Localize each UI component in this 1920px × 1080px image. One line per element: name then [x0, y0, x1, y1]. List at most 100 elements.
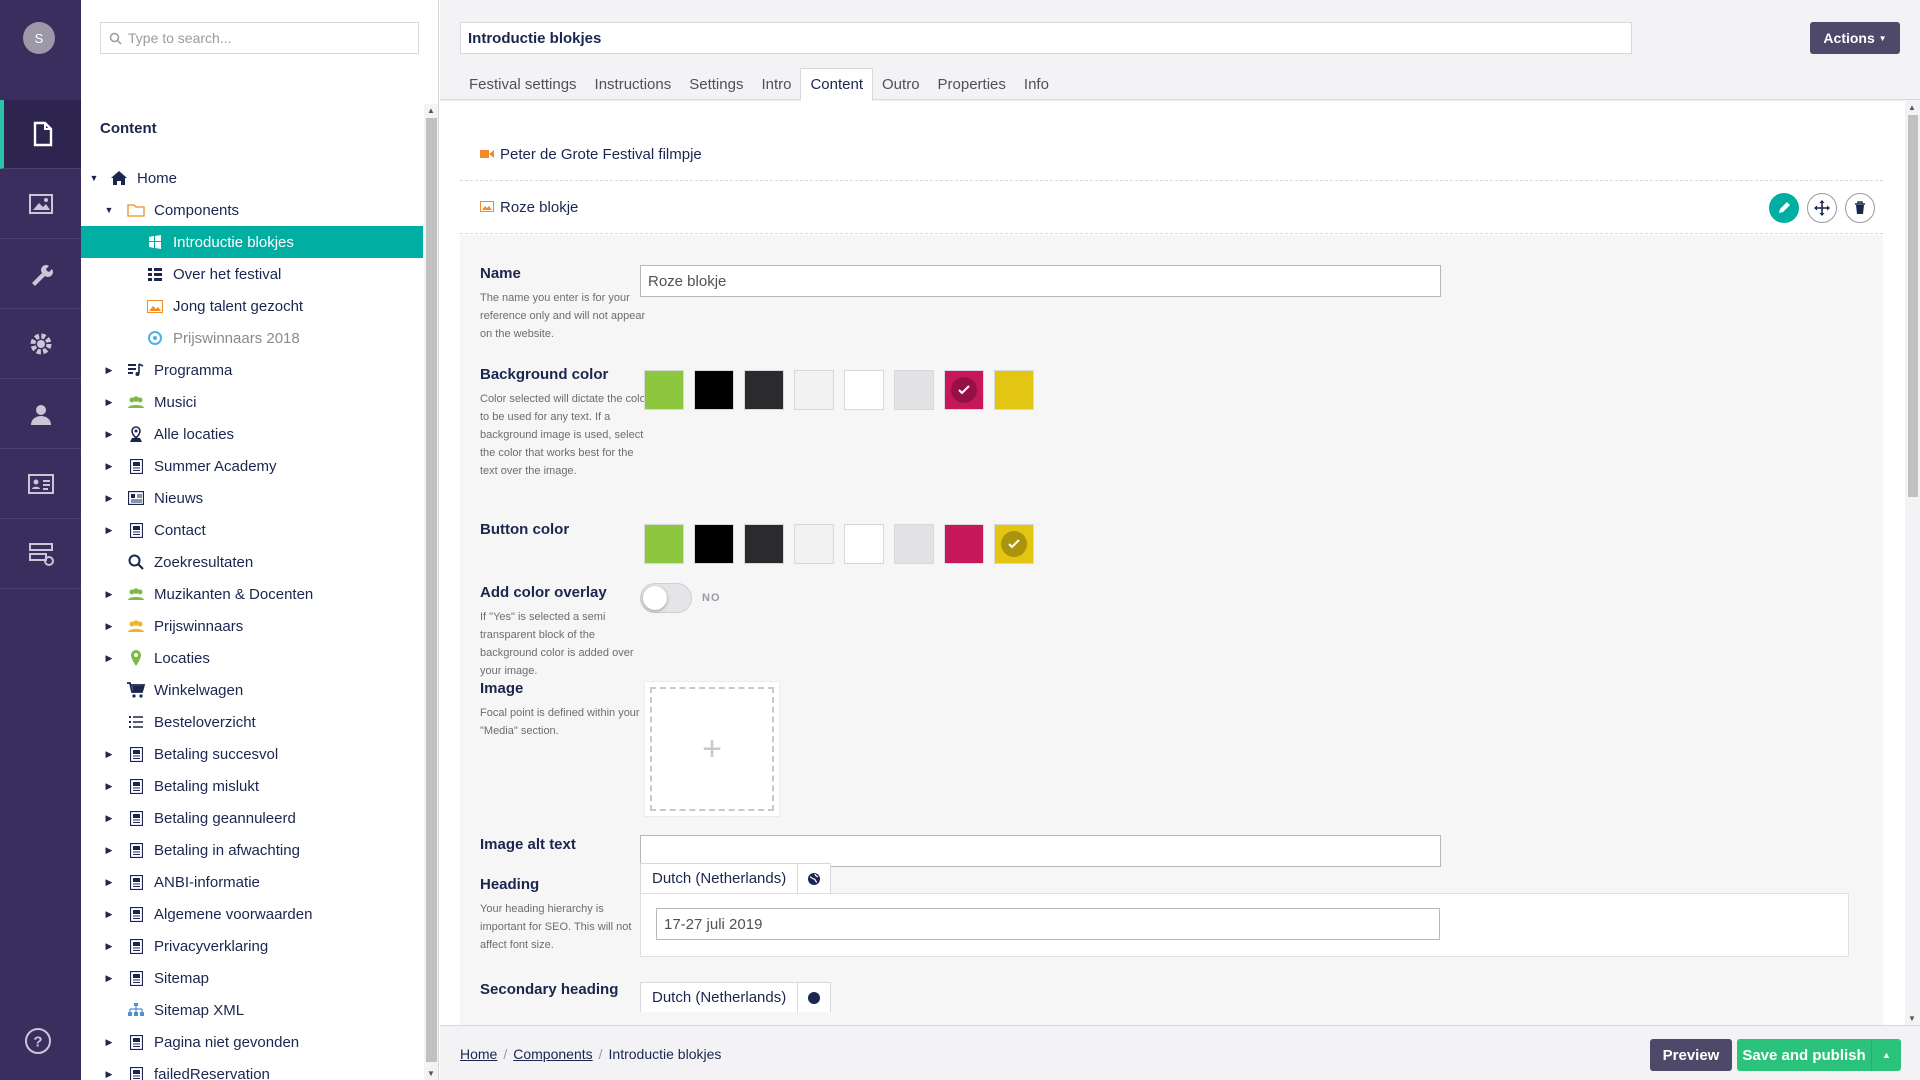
tree-item[interactable]: ▶ Betaling succesvol — [81, 738, 423, 770]
background-color-swatch[interactable] — [644, 370, 684, 410]
tree-item[interactable]: Over het festival — [81, 258, 423, 290]
background-color-swatch[interactable] — [944, 370, 984, 410]
heading-input[interactable]: 17-27 juli 2019 — [656, 908, 1440, 940]
tree-item[interactable]: ▶ Summer Academy — [81, 450, 423, 482]
button-color-swatch[interactable] — [944, 524, 984, 564]
tree-item[interactable]: ▶ Programma — [81, 354, 423, 386]
button-color-swatch[interactable] — [844, 524, 884, 564]
user-avatar[interactable]: S — [23, 22, 55, 54]
tree-item[interactable]: ▶ Algemene voorwaarden — [81, 898, 423, 930]
tree-item[interactable]: Sitemap XML — [81, 994, 423, 1026]
color-overlay-toggle[interactable] — [640, 583, 692, 613]
caret-right-icon[interactable]: ▶ — [104, 909, 114, 919]
tree-item[interactable]: ▶ Contact — [81, 514, 423, 546]
background-color-swatch[interactable] — [994, 370, 1034, 410]
button-color-swatch[interactable] — [794, 524, 834, 564]
section-settings[interactable] — [0, 240, 81, 309]
tree-item[interactable]: Zoekresultaten — [81, 546, 423, 578]
caret-right-icon[interactable]: ▶ — [104, 973, 114, 983]
tree-search-input[interactable] — [128, 30, 408, 46]
tree-scrollbar[interactable]: ▲ ▼ — [424, 104, 438, 1080]
globe-icon[interactable] — [798, 872, 830, 886]
caret-right-icon[interactable]: ▶ — [104, 461, 114, 471]
background-color-swatch[interactable] — [844, 370, 884, 410]
caret-right-icon[interactable]: ▶ — [104, 749, 114, 759]
tree-item[interactable]: ▶ failedReservation — [81, 1058, 423, 1080]
tree-item[interactable]: ▶ Sitemap — [81, 962, 423, 994]
section-users[interactable] — [0, 380, 81, 449]
tree-item[interactable]: ▶ Betaling mislukt — [81, 770, 423, 802]
save-and-publish-button[interactable]: Save and publish — [1737, 1039, 1871, 1071]
scroll-up-icon[interactable]: ▲ — [427, 106, 435, 115]
publish-options-button[interactable]: ▲ — [1871, 1039, 1901, 1071]
button-color-swatch[interactable] — [744, 524, 784, 564]
caret-right-icon[interactable]: ▶ — [104, 1037, 114, 1047]
caret-right-icon[interactable]: ▶ — [104, 1069, 114, 1079]
caret-down-icon[interactable]: ▼ — [89, 173, 99, 183]
tree-item[interactable]: ▼ Home — [81, 162, 423, 194]
tree-item[interactable]: ▶ Betaling in afwachting — [81, 834, 423, 866]
editor-scrollbar[interactable]: ▲ ▼ — [1905, 101, 1920, 1025]
tree-item[interactable]: ▶ Betaling geannuleerd — [81, 802, 423, 834]
caret-right-icon[interactable]: ▶ — [104, 589, 114, 599]
tab-info[interactable]: Info — [1015, 68, 1058, 101]
button-color-swatch[interactable] — [694, 524, 734, 564]
language-tab[interactable]: Dutch (Netherlands) — [641, 863, 799, 894]
tab-properties[interactable]: Properties — [929, 68, 1015, 101]
tree-item[interactable]: Prijswinnaars 2018 — [81, 322, 423, 354]
tree-item[interactable]: Introductie blokjes — [81, 226, 423, 258]
scroll-up-icon[interactable]: ▲ — [1908, 103, 1916, 112]
help-button[interactable]: ? — [24, 1027, 52, 1059]
block-item-open[interactable]: Roze blokje — [460, 182, 1883, 234]
delete-block-button[interactable] — [1845, 193, 1875, 223]
tab-festival-settings[interactable]: Festival settings — [460, 68, 586, 101]
caret-right-icon[interactable]: ▶ — [104, 621, 114, 631]
scroll-down-icon[interactable]: ▼ — [427, 1069, 435, 1078]
tree-search[interactable] — [100, 22, 419, 54]
background-color-swatch[interactable] — [794, 370, 834, 410]
editor-scrollbar-thumb[interactable] — [1908, 115, 1918, 497]
tree-item[interactable]: Jong talent gezocht — [81, 290, 423, 322]
tab-instructions[interactable]: Instructions — [586, 68, 681, 101]
actions-button[interactable]: Actions ▼ — [1810, 22, 1900, 54]
tree-item[interactable]: ▶ Musici — [81, 386, 423, 418]
caret-right-icon[interactable]: ▶ — [104, 653, 114, 663]
background-color-swatch[interactable] — [744, 370, 784, 410]
tree-item[interactable]: ▶ Alle locaties — [81, 418, 423, 450]
section-content[interactable] — [0, 100, 81, 169]
tree-item[interactable]: ▼ Components — [81, 194, 423, 226]
tree-scrollbar-thumb[interactable] — [426, 118, 437, 1062]
tree-item[interactable]: Winkelwagen — [81, 674, 423, 706]
caret-right-icon[interactable]: ▶ — [104, 813, 114, 823]
section-media[interactable] — [0, 170, 81, 239]
move-block-button[interactable] — [1807, 193, 1837, 223]
button-color-swatch[interactable] — [894, 524, 934, 564]
scroll-down-icon[interactable]: ▼ — [1908, 1014, 1916, 1023]
breadcrumb-components[interactable]: Components — [513, 1046, 592, 1062]
caret-right-icon[interactable]: ▶ — [104, 493, 114, 503]
breadcrumb-home[interactable]: Home — [460, 1046, 497, 1062]
preview-button[interactable]: Preview — [1650, 1039, 1732, 1071]
tree-item[interactable]: ▶ Prijswinnaars — [81, 610, 423, 642]
tab-content[interactable]: Content — [800, 68, 874, 101]
caret-right-icon[interactable]: ▶ — [104, 397, 114, 407]
caret-right-icon[interactable]: ▶ — [104, 877, 114, 887]
tab-outro[interactable]: Outro — [873, 68, 929, 101]
caret-right-icon[interactable]: ▶ — [104, 525, 114, 535]
tree-item[interactable]: ▶ Nieuws — [81, 482, 423, 514]
tree-item[interactable]: ▶ Locaties — [81, 642, 423, 674]
section-packages[interactable] — [0, 310, 81, 379]
tab-settings[interactable]: Settings — [680, 68, 752, 101]
caret-right-icon[interactable]: ▶ — [104, 845, 114, 855]
tree-item[interactable]: ▶ Privacyverklaring — [81, 930, 423, 962]
tree-item[interactable]: Besteloverzicht — [81, 706, 423, 738]
caret-right-icon[interactable]: ▶ — [104, 781, 114, 791]
name-input[interactable]: Roze blokje — [640, 265, 1441, 297]
background-color-swatch[interactable] — [894, 370, 934, 410]
node-name-input[interactable]: Introductie blokjes — [460, 22, 1632, 54]
globe-icon[interactable] — [798, 991, 830, 1005]
block-item[interactable]: Peter de Grote Festival filmpje — [460, 129, 1883, 181]
tree-item[interactable]: ▶ Muzikanten & Docenten — [81, 578, 423, 610]
caret-right-icon[interactable]: ▶ — [104, 429, 114, 439]
caret-down-icon[interactable]: ▼ — [104, 205, 114, 215]
